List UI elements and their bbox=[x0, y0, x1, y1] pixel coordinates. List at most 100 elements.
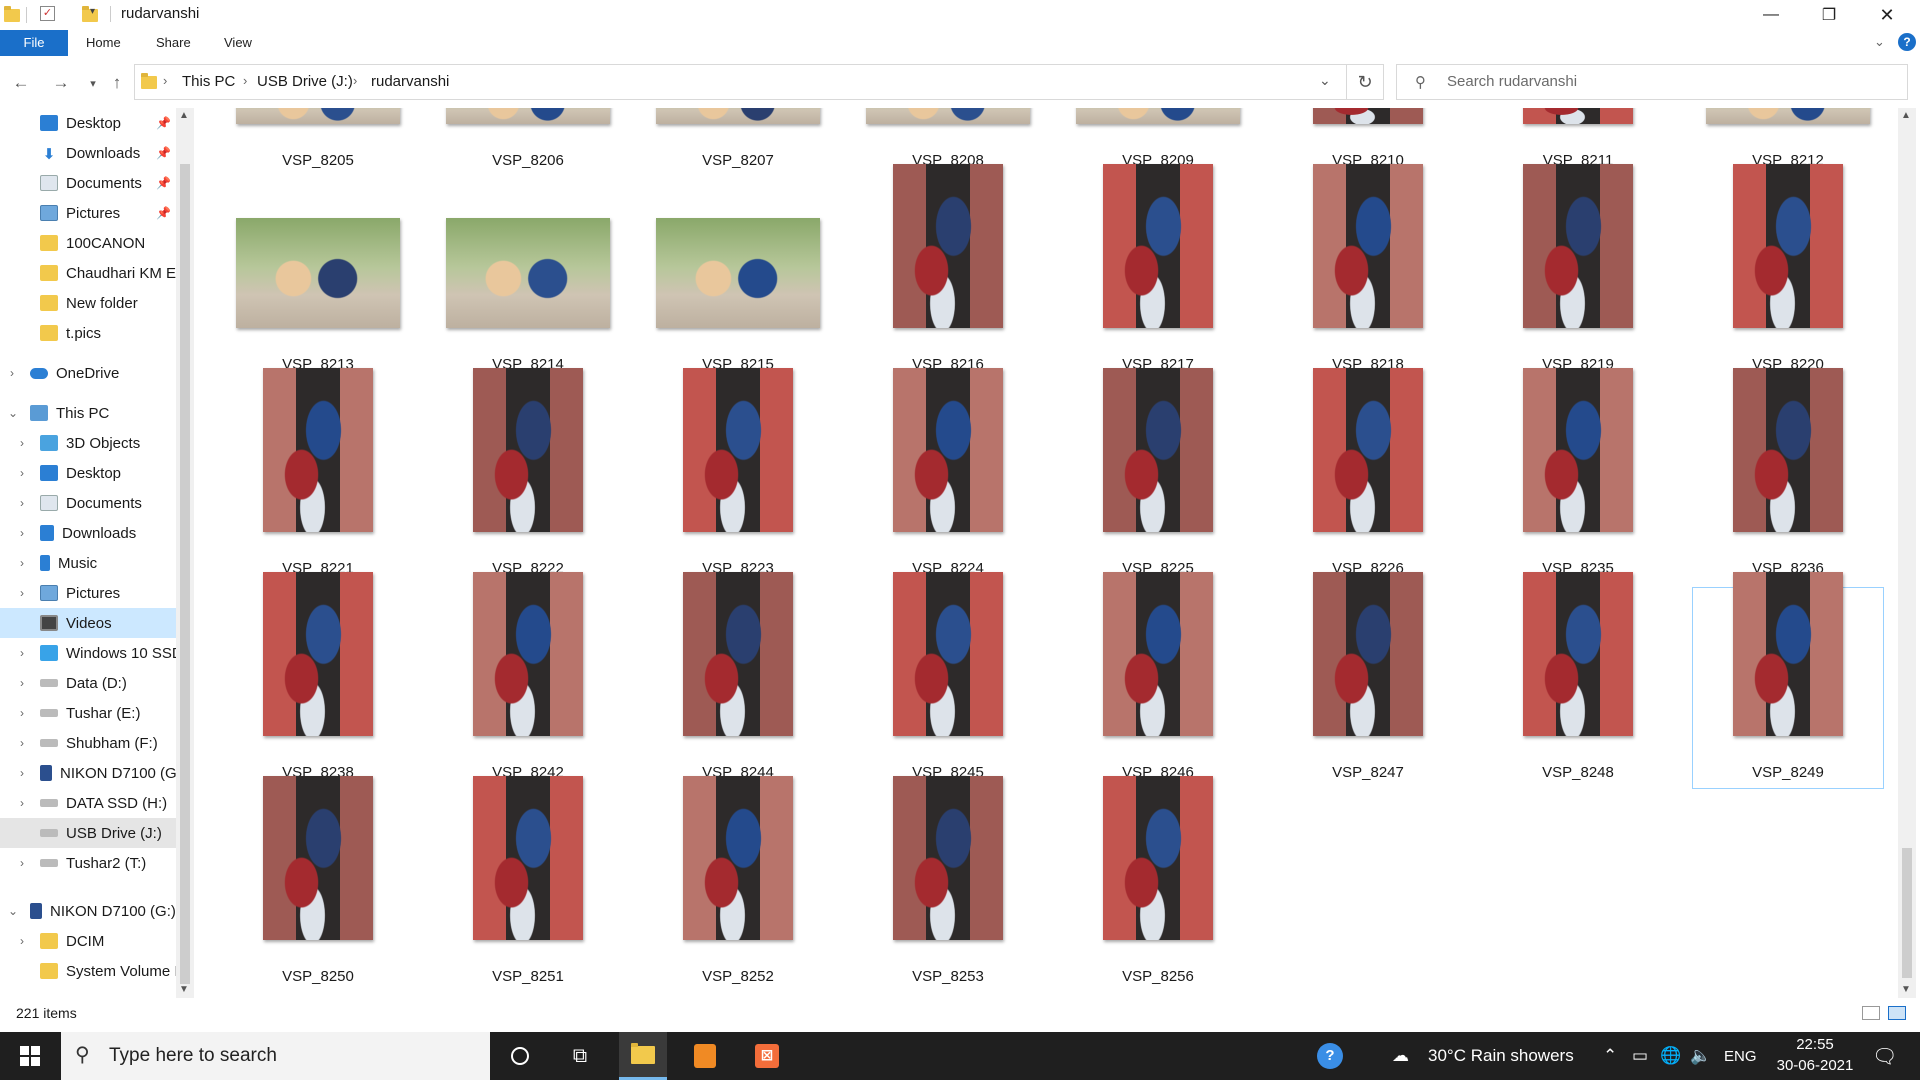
refresh-icon[interactable]: ↻ bbox=[1346, 64, 1384, 100]
file-tile[interactable]: VSP_8214 bbox=[433, 180, 623, 380]
nav-item-pictures[interactable]: Pictures bbox=[0, 578, 176, 608]
nav-item-music[interactable]: Music bbox=[0, 548, 176, 578]
nav-item-downloads[interactable]: ⬇ Downloads bbox=[40, 138, 141, 168]
file-tile[interactable]: VSP_8205 bbox=[223, 108, 413, 176]
file-tile[interactable]: VSP_8247 bbox=[1273, 572, 1463, 788]
nav-item-documents[interactable]: Documents bbox=[40, 168, 142, 198]
file-tile[interactable]: VSP_8248 bbox=[1483, 572, 1673, 788]
restore-button[interactable]: ❐ bbox=[1800, 0, 1858, 30]
file-tile[interactable]: VSP_8225 bbox=[1063, 368, 1253, 584]
file-tile[interactable]: VSP_8219 bbox=[1483, 164, 1673, 380]
file-tile[interactable]: VSP_8249 bbox=[1692, 572, 1884, 789]
details-view-icon[interactable] bbox=[1862, 1006, 1880, 1020]
nav-item-tpics[interactable]: t.pics bbox=[40, 318, 101, 348]
file-tile[interactable]: VSP_8251 bbox=[433, 776, 623, 992]
file-tile[interactable]: VSP_8226 bbox=[1273, 368, 1463, 584]
scroll-down-icon[interactable]: ▼ bbox=[179, 984, 189, 995]
file-tile[interactable]: VSP_8242 bbox=[433, 572, 623, 788]
file-tile[interactable]: VSP_8235 bbox=[1483, 368, 1673, 584]
nav-item-tushar2-t[interactable]: Tushar2 (T:) bbox=[0, 848, 176, 878]
taskbar-search-input[interactable]: ⚲ Type here to search bbox=[61, 1032, 490, 1080]
file-tile[interactable]: VSP_8223 bbox=[643, 368, 833, 584]
file-tile[interactable]: VSP_8253 bbox=[853, 776, 1043, 992]
sublime-text-icon[interactable] bbox=[681, 1032, 729, 1080]
address-dropdown-icon[interactable]: ⌄ bbox=[1319, 72, 1331, 89]
file-tile[interactable]: VSP_8236 bbox=[1693, 368, 1883, 584]
file-tile[interactable]: VSP_8246 bbox=[1063, 572, 1253, 788]
nav-item-videos[interactable]: Videos bbox=[0, 608, 176, 638]
file-tile[interactable]: VSP_8221 bbox=[223, 368, 413, 584]
nav-scrollbar[interactable]: ▲ ▼ bbox=[176, 108, 194, 998]
nav-item-this-pc[interactable]: This PC bbox=[30, 398, 109, 428]
file-tile[interactable]: VSP_8256 bbox=[1063, 776, 1253, 992]
file-tile[interactable]: VSP_8218 bbox=[1273, 164, 1463, 380]
forward-arrow-icon[interactable]: → bbox=[48, 70, 74, 96]
nav-item-tushar-e[interactable]: Tushar (E:) bbox=[0, 698, 176, 728]
customize-quick-access-icon[interactable]: ▾ bbox=[90, 6, 95, 17]
scroll-up-icon[interactable]: ▲ bbox=[179, 110, 189, 121]
search-input[interactable]: ⚲ Search rudarvanshi bbox=[1396, 64, 1908, 100]
volume-icon[interactable]: 🔈 bbox=[1690, 1046, 1711, 1066]
breadcrumb-usb-drive[interactable]: USB Drive (J:) bbox=[257, 73, 353, 90]
nav-item-desktop[interactable]: Desktop bbox=[40, 108, 121, 138]
file-tile[interactable]: VSP_8216 bbox=[853, 164, 1043, 380]
file-tile[interactable]: VSP_8207 bbox=[643, 108, 833, 176]
tab-home[interactable]: Home bbox=[76, 30, 131, 56]
language-indicator[interactable]: ENG bbox=[1724, 1048, 1757, 1065]
tab-share[interactable]: Share bbox=[146, 30, 201, 56]
large-icons-view-icon[interactable] bbox=[1888, 1006, 1906, 1020]
nav-item-100canon[interactable]: 100CANON bbox=[40, 228, 145, 258]
clock-time[interactable]: 22:55 bbox=[1780, 1036, 1850, 1053]
file-tile[interactable]: VSP_8213 bbox=[223, 180, 413, 380]
file-tile[interactable]: VSP_8245 bbox=[853, 572, 1043, 788]
nav-item-windows-10-ssd[interactable]: Windows 10 SSD bbox=[0, 638, 176, 668]
file-tile[interactable]: VSP_8222 bbox=[433, 368, 623, 584]
show-hidden-icons-icon[interactable]: ⌃ bbox=[1603, 1046, 1617, 1066]
content-scroll-thumb[interactable] bbox=[1902, 848, 1912, 978]
nav-scroll-thumb[interactable] bbox=[180, 164, 190, 984]
nav-item-onedrive[interactable]: OneDrive bbox=[30, 358, 119, 388]
tab-file[interactable]: File bbox=[0, 30, 68, 56]
breadcrumb-this-pc[interactable]: This PC bbox=[182, 73, 235, 90]
recent-locations-icon[interactable]: ▾ bbox=[80, 70, 106, 96]
back-arrow-icon[interactable]: ← bbox=[8, 70, 34, 96]
cortana-icon[interactable] bbox=[496, 1032, 544, 1080]
address-bar[interactable]: › This PC › USB Drive (J:) › rudarvanshi… bbox=[134, 64, 1384, 100]
tab-view[interactable]: View bbox=[214, 30, 262, 56]
file-tile[interactable]: VSP_8244 bbox=[643, 572, 833, 788]
nav-item-usb-drive-j[interactable]: USB Drive (J:) bbox=[0, 818, 176, 848]
nav-item-data-ssd-h[interactable]: DATA SSD (H:) bbox=[0, 788, 176, 818]
network-icon[interactable]: 🌐 bbox=[1660, 1046, 1681, 1066]
nav-item-new-folder[interactable]: New folder bbox=[40, 288, 138, 318]
file-tile[interactable]: VSP_8224 bbox=[853, 368, 1043, 584]
xampp-icon[interactable]: ⊠ bbox=[743, 1032, 791, 1080]
chevron-right-icon[interactable]: › bbox=[20, 934, 24, 948]
nav-item-nikon[interactable]: NIKON D7100 (G:) bbox=[30, 896, 176, 926]
breadcrumb-rudarvanshi[interactable]: rudarvanshi bbox=[371, 73, 449, 90]
file-tile[interactable]: VSP_8250 bbox=[223, 776, 413, 992]
nav-item-documents[interactable]: Documents bbox=[0, 488, 176, 518]
nav-item-downloads[interactable]: Downloads bbox=[0, 518, 176, 548]
nav-item-shubham-f[interactable]: Shubham (F:) bbox=[0, 728, 176, 758]
nav-item-3d-objects[interactable]: 3D Objects bbox=[0, 428, 176, 458]
close-button[interactable]: ✕ bbox=[1858, 0, 1916, 30]
nav-item-system-volume[interactable]: System Volume I bbox=[40, 956, 176, 986]
file-explorer-icon[interactable] bbox=[619, 1032, 667, 1080]
file-tile[interactable]: VSP_8220 bbox=[1693, 164, 1883, 380]
up-arrow-icon[interactable]: ↑ bbox=[104, 70, 130, 96]
expand-ribbon-icon[interactable]: ⌄ bbox=[1874, 34, 1885, 50]
weather-text[interactable]: 30°C Rain showers bbox=[1428, 1046, 1574, 1066]
notifications-icon[interactable]: 🗨 bbox=[1872, 1044, 1897, 1069]
nav-item-chaudhari[interactable]: Chaudhari KM Er bbox=[40, 258, 176, 288]
minimize-button[interactable]: — bbox=[1742, 0, 1800, 30]
content-scrollbar[interactable]: ▲ ▼ bbox=[1898, 108, 1916, 998]
scroll-up-icon[interactable]: ▲ bbox=[1901, 110, 1911, 121]
file-tile[interactable]: VSP_8217 bbox=[1063, 164, 1253, 380]
nav-item-nikon-d7100-g[interactable]: NIKON D7100 (G bbox=[0, 758, 176, 788]
scroll-down-icon[interactable]: ▼ bbox=[1901, 984, 1911, 995]
file-tile[interactable]: VSP_8238 bbox=[223, 572, 413, 788]
nav-item-dcim[interactable]: DCIM bbox=[40, 926, 104, 956]
file-tile[interactable]: VSP_8252 bbox=[643, 776, 833, 992]
chevron-down-icon[interactable]: ⌄ bbox=[8, 406, 18, 420]
file-tile[interactable]: VSP_8215 bbox=[643, 180, 833, 380]
